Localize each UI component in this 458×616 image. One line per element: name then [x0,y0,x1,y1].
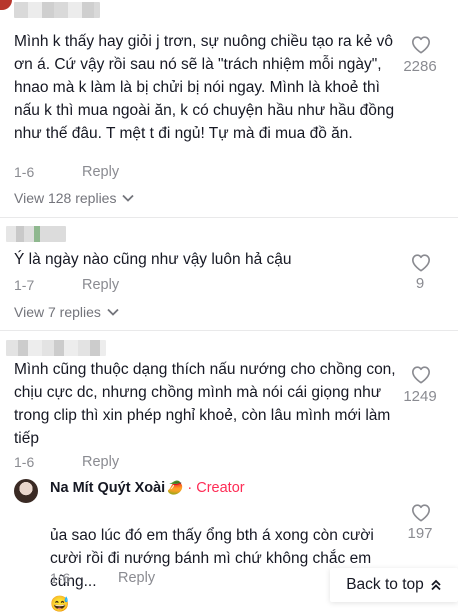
like-count: 197 [407,525,433,542]
like-count: 1249 [403,388,437,405]
separator-dot: · [187,480,193,496]
heart-icon[interactable] [410,364,432,384]
comment-text: Mình cũng thuộc dạng thích nấu nướng cho… [14,361,396,447]
creator-badge: Creator [196,480,245,496]
username-redacted [14,2,100,18]
like-count: 9 [415,275,425,292]
heart-icon[interactable] [410,34,432,54]
view-replies-label: View 128 replies [14,190,117,206]
comment-date: 1-7 [14,277,35,293]
divider [0,330,458,331]
reply-button[interactable]: Reply [82,277,119,293]
comment-date: 1-6 [14,164,35,180]
back-to-top-label: Back to top [346,576,424,593]
chevron-down-icon [122,194,135,202]
avatar[interactable] [14,479,38,503]
reply-date: 1-6 [50,570,71,586]
heart-icon[interactable] [410,502,432,522]
view-replies-button[interactable]: View 7 replies [14,304,119,320]
reply-author-row: Na Mít Quýt Xoài 🥭 · Creator [50,480,245,496]
double-chevron-up-icon [431,579,441,591]
like-count: 2286 [403,58,437,75]
reply-author-name[interactable]: Na Mít Quýt Xoài [50,480,165,496]
sweat-smile-emoji: 😅 [50,596,70,613]
back-to-top-button[interactable]: Back to top [330,568,458,602]
chevron-down-icon [107,308,119,316]
reply-text-content: ủa sao lúc đó em thấy ổng bth á xong còn… [50,527,374,590]
comment-text: Mình k thấy hay giỏi j trơn, sự nuông ch… [14,33,395,142]
avatar[interactable] [0,0,12,10]
username-redacted [6,226,66,242]
reply-button[interactable]: Reply [82,164,119,180]
divider [0,217,458,218]
view-replies-button[interactable]: View 128 replies [14,190,135,206]
view-replies-label: View 7 replies [14,304,101,320]
reply-button[interactable]: Reply [118,570,155,586]
username-redacted [6,340,106,356]
reply-button[interactable]: Reply [82,454,119,470]
comment-text: Ý là ngày nào cũng như vậy luôn hả cậu [14,251,292,268]
mango-emoji: 🥭 [167,480,184,495]
comment-date: 1-6 [14,454,35,470]
heart-icon[interactable] [410,252,432,272]
